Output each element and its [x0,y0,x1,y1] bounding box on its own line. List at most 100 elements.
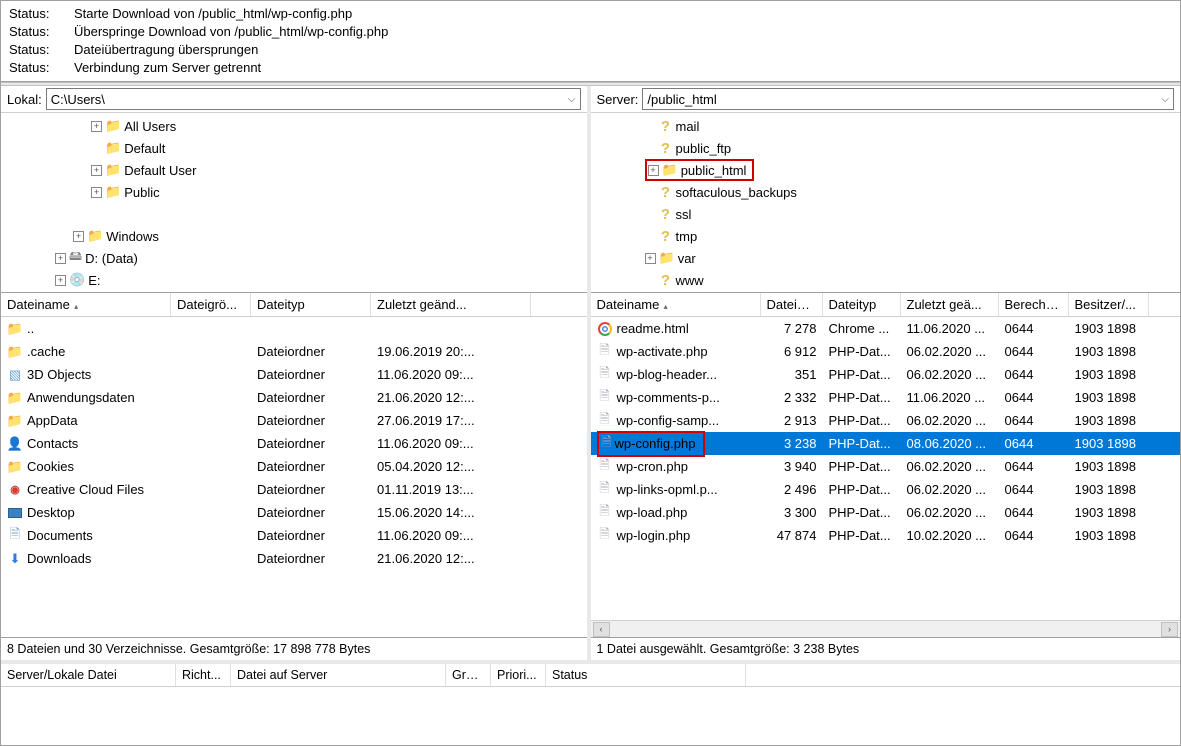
tree-expander[interactable]: + [91,121,102,132]
documents-icon: 🗎 [7,525,23,547]
tree-item[interactable]: +📁Default User [1,159,587,181]
scroll-right-button[interactable]: › [1161,622,1178,637]
tree-item[interactable]: ?mail [591,115,1181,137]
scroll-left-button[interactable]: ‹ [593,622,610,637]
column-header[interactable]: Dateityp [823,293,901,316]
folder-icon: 📁 [105,162,121,178]
column-header[interactable]: Berechti... [999,293,1069,316]
column-header[interactable]: Besitzer/... [1069,293,1149,316]
file-row[interactable]: 📁AnwendungsdatenDateiordner21.06.2020 12… [1,386,587,409]
local-file-rows[interactable]: 📁..📁.cacheDateiordner19.06.2019 20:...▧3… [1,317,587,637]
file-row[interactable]: 👤ContactsDateiordner11.06.2020 09:... [1,432,587,455]
column-header[interactable]: Priori... [491,664,546,686]
file-row[interactable]: readme.html7 278Chrome ...11.06.2020 ...… [591,317,1181,340]
tree-item[interactable]: +📁var [591,247,1181,269]
file-date: 05.04.2020 12:... [371,459,531,474]
chevron-down-icon[interactable]: ⌵ [568,94,576,105]
file-date: 11.06.2020 09:... [371,367,531,382]
file-row[interactable]: 🗎wp-blog-header...351PHP-Dat...06.02.202… [591,363,1181,386]
tree-item[interactable]: ?ssl [591,203,1181,225]
remote-horizontal-scrollbar[interactable]: ‹ › [591,620,1181,637]
file-owner: 1903 1898 [1069,528,1149,543]
file-row[interactable]: 🗎wp-load.php3 300PHP-Dat...06.02.2020 ..… [591,501,1181,524]
file-permissions: 0644 [999,390,1069,405]
tree-expander[interactable]: + [91,187,102,198]
file-type: Dateiordner [251,551,371,566]
tree-item[interactable]: +📁All Users [1,115,587,137]
file-row[interactable]: 📁.. [1,317,587,340]
local-pane: Lokal: C:\Users\ ⌵ +📁All Users📁Default+📁… [1,86,591,660]
column-header[interactable]: Datei auf Server [231,664,446,686]
tree-expander[interactable]: + [55,253,66,264]
file-row[interactable]: 🗎wp-config.php3 238PHP-Dat...08.06.2020 … [591,432,1181,455]
file-type: PHP-Dat... [823,459,901,474]
local-tree[interactable]: +📁All Users📁Default+📁Default User+📁Publi… [1,113,587,293]
file-owner: 1903 1898 [1069,390,1149,405]
file-row[interactable]: 🗎DocumentsDateiordner11.06.2020 09:... [1,524,587,547]
tree-item-label: All Users [124,119,176,134]
status-log-pane: Status:Starte Download von /public_html/… [1,1,1180,82]
chevron-down-icon[interactable]: ⌵ [1161,94,1169,105]
column-header[interactable]: Dateigrö... [171,293,251,316]
remote-file-headers[interactable]: Dateiname ▴Dateigr...DateitypZuletzt geä… [591,293,1181,317]
tree-item[interactable]: ?softaculous_backups [591,181,1181,203]
column-header[interactable]: Dateiname ▴ [591,293,761,316]
file-type: Dateiordner [251,459,371,474]
file-row[interactable]: ◉Creative Cloud FilesDateiordner01.11.20… [1,478,587,501]
column-header[interactable]: Zuletzt geä... [901,293,999,316]
local-path-input[interactable]: C:\Users\ ⌵ [46,88,581,110]
remote-tree[interactable]: ?mail?public_ftp+📁public_html?softaculou… [591,113,1181,293]
tree-item[interactable]: +📁Public [1,181,587,203]
contacts-icon: 👤 [7,436,23,452]
unknown-icon: ? [659,228,673,245]
file-row[interactable]: 📁AppDataDateiordner27.06.2019 17:... [1,409,587,432]
tree-expander[interactable]: + [645,253,656,264]
file-date: 06.02.2020 ... [901,413,999,428]
tree-item[interactable]: 📁Default [1,137,587,159]
file-row[interactable]: 📁.cacheDateiordner19.06.2019 20:... [1,340,587,363]
tree-item[interactable]: ?www [591,269,1181,291]
file-row[interactable]: 🗎wp-config-samp...2 913PHP-Dat...06.02.2… [591,409,1181,432]
tree-item[interactable]: +📁public_html [591,159,1181,181]
column-header[interactable]: Dateityp [251,293,371,316]
column-header[interactable]: Größe [446,664,491,686]
file-date: 06.02.2020 ... [901,367,999,382]
remote-path-value: /public_html [647,92,716,107]
tree-item[interactable]: +📁Windows [1,225,587,247]
file-row[interactable]: 🗎wp-cron.php3 940PHP-Dat...06.02.2020 ..… [591,455,1181,478]
tree-item-label: Default User [124,163,196,178]
tree-expander[interactable]: + [91,165,102,176]
file-row[interactable]: DesktopDateiordner15.06.2020 14:... [1,501,587,524]
folder-icon: 📁 [7,459,23,475]
tree-expander[interactable]: + [648,165,659,176]
file-row[interactable]: 🗎wp-links-opml.p...2 496PHP-Dat...06.02.… [591,478,1181,501]
folder-icon: 📁 [659,250,675,266]
file-row[interactable]: ⬇DownloadsDateiordner21.06.2020 12:... [1,547,587,570]
remote-file-rows[interactable]: readme.html7 278Chrome ...11.06.2020 ...… [591,317,1181,620]
column-header[interactable]: Status [546,664,746,686]
queue-headers[interactable]: Server/Lokale DateiRicht...Datei auf Ser… [1,664,1180,687]
local-file-headers[interactable]: Dateiname ▴Dateigrö...DateitypZuletzt ge… [1,293,587,317]
file-row[interactable]: 🗎wp-activate.php6 912PHP-Dat...06.02.202… [591,340,1181,363]
file-name: .. [27,321,34,336]
tree-item[interactable]: ?tmp [591,225,1181,247]
tree-item[interactable]: +💿E: [1,269,587,291]
tree-item[interactable] [1,203,587,225]
tree-expander[interactable]: + [73,231,84,242]
tree-expander[interactable]: + [55,275,66,286]
remote-path-input[interactable]: /public_html ⌵ [642,88,1174,110]
tree-item[interactable]: +🖴D: (Data) [1,247,587,269]
file-type: PHP-Dat... [823,528,901,543]
column-header[interactable]: Dateiname ▴ [1,293,171,316]
file-row[interactable]: 🗎wp-login.php47 874PHP-Dat...10.02.2020 … [591,524,1181,547]
tree-item[interactable]: ?public_ftp [591,137,1181,159]
file-type: PHP-Dat... [823,436,901,451]
column-header[interactable]: Richt... [176,664,231,686]
file-row[interactable]: 📁CookiesDateiordner05.04.2020 12:... [1,455,587,478]
queue-body[interactable] [1,687,1180,745]
column-header[interactable]: Zuletzt geänd... [371,293,531,316]
file-row[interactable]: 🗎wp-comments-p...2 332PHP-Dat...11.06.20… [591,386,1181,409]
column-header[interactable]: Dateigr... [761,293,823,316]
file-row[interactable]: ▧3D ObjectsDateiordner11.06.2020 09:... [1,363,587,386]
column-header[interactable]: Server/Lokale Datei [1,664,176,686]
